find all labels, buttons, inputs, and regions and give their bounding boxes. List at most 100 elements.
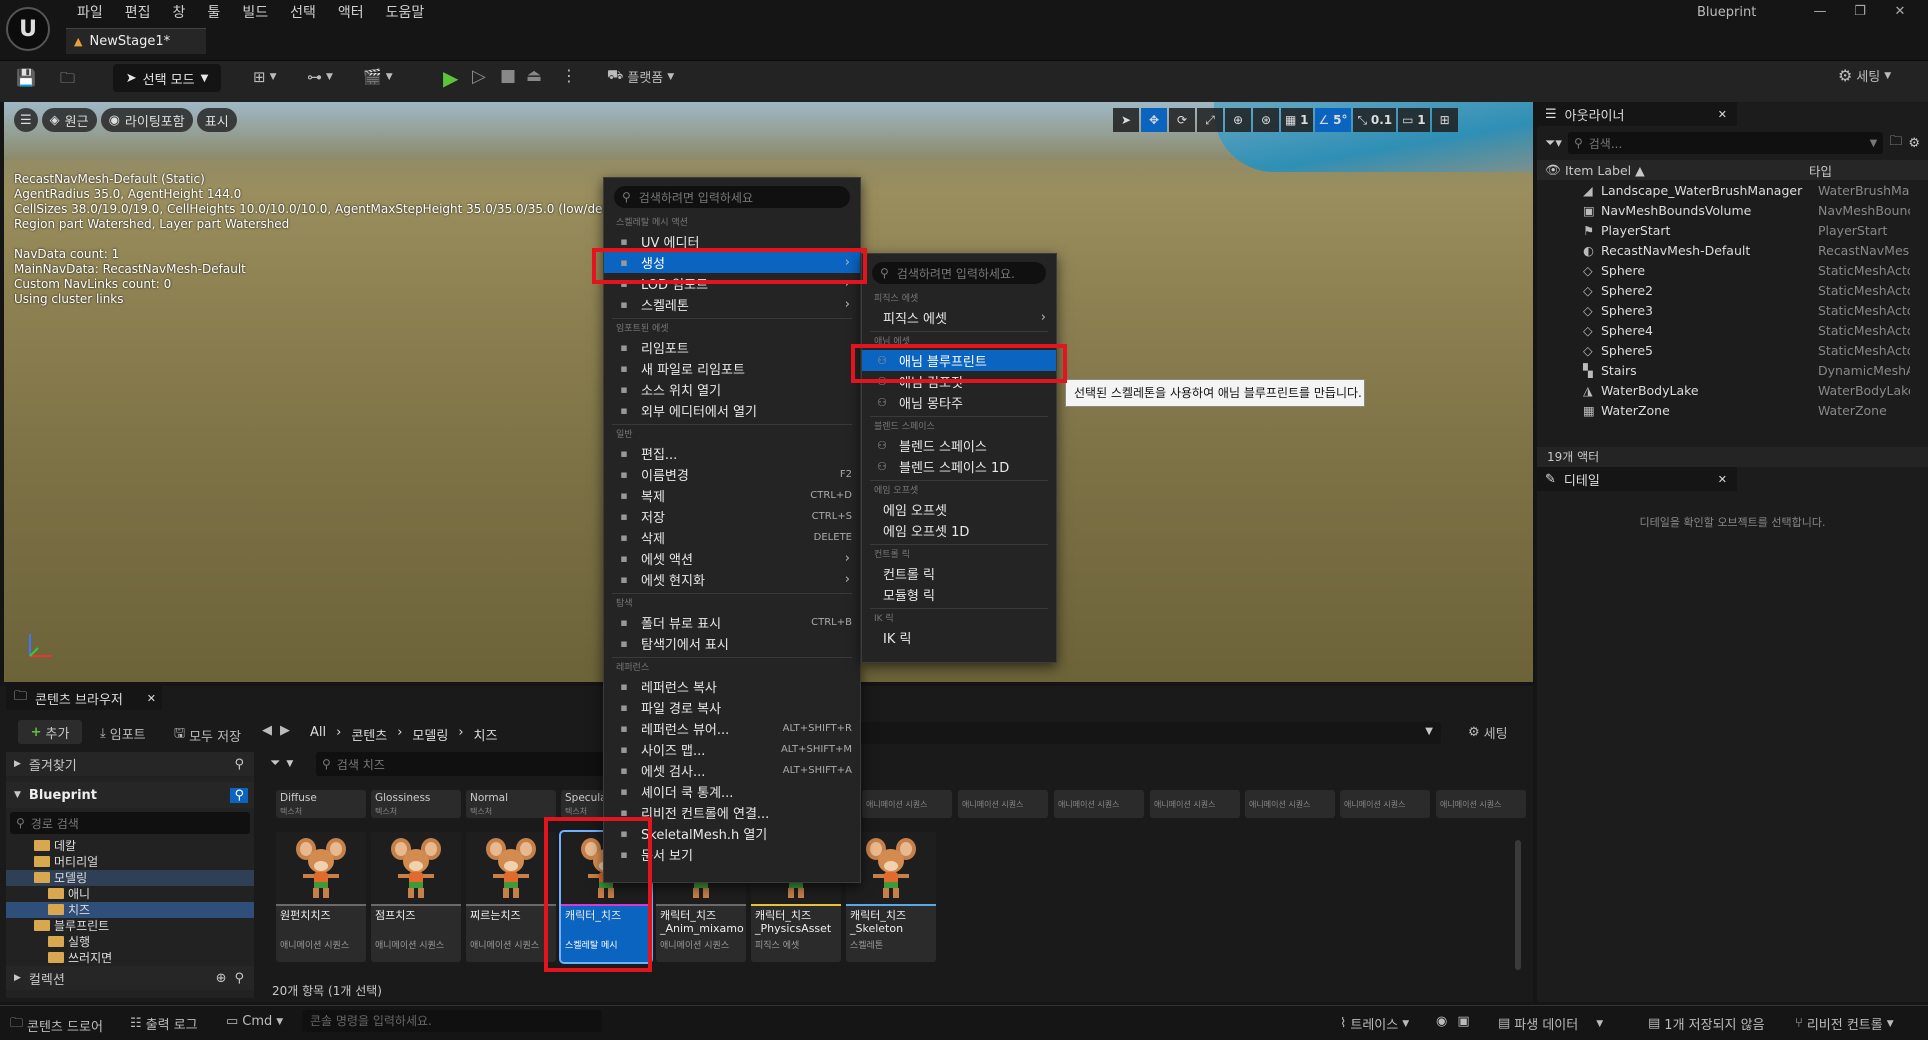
record-icon[interactable]: ◉ bbox=[1436, 1014, 1447, 1029]
browse-button[interactable]: 🗀 bbox=[60, 68, 75, 93]
asset-tile[interactable]: 애니메이션 시퀀스 bbox=[1245, 790, 1335, 818]
asset-tile[interactable]: 원펀치치즈 애니메이션 시퀀스 bbox=[276, 832, 366, 962]
close-tab-icon[interactable]: ✕ bbox=[1718, 473, 1727, 486]
folder-item[interactable]: 치즈 bbox=[6, 902, 254, 918]
menu-item[interactable]: ⚇ 블렌드 스페이스 bbox=[862, 435, 1056, 456]
menu-item[interactable]: IK 릭 bbox=[862, 627, 1056, 648]
outliner-row[interactable]: ⚑ PlayerStart PlayerStart bbox=[1537, 220, 1928, 240]
cmd-button[interactable]: ▭ Cmd ▼ bbox=[226, 1014, 283, 1029]
menu-item[interactable]: ▪ UV 에디터 bbox=[604, 231, 860, 252]
menu-item[interactable]: 툴 bbox=[196, 2, 231, 24]
save-all-button[interactable]: 🖫 모두 저장 bbox=[174, 724, 241, 746]
menu-item[interactable]: 에임 오프셋 bbox=[862, 499, 1056, 520]
menu-item[interactable]: ▪ 사이즈 맵... ALT+SHIFT+M bbox=[604, 739, 860, 760]
outliner-row[interactable]: ◇ Sphere StaticMeshActc bbox=[1537, 260, 1928, 280]
back-icon[interactable]: ◀ bbox=[262, 723, 272, 738]
menu-item[interactable]: ▪ 스켈레톤 › bbox=[604, 294, 860, 315]
breadcrumb-item[interactable]: 치즈 bbox=[474, 725, 498, 744]
menu-item[interactable]: ⚇ 애님 컴포짓 bbox=[862, 371, 1056, 392]
menu-item[interactable]: ▪ 레퍼런스 복사 bbox=[604, 676, 860, 697]
play-button[interactable]: ▶ bbox=[443, 66, 458, 90]
step-button[interactable]: ▷ bbox=[472, 66, 486, 87]
menu-item[interactable]: ▪ SkeletalMesh.h 열기 bbox=[604, 823, 860, 844]
select-tool-icon[interactable]: ➤ bbox=[1113, 108, 1139, 132]
close-tab-icon[interactable]: ✕ bbox=[147, 692, 156, 705]
folder-item[interactable]: 데칼 bbox=[6, 838, 254, 854]
menu-item[interactable]: ▪ 에셋 액션 › bbox=[604, 548, 860, 569]
menu-item[interactable]: 액터 bbox=[327, 2, 375, 24]
play-options-button[interactable]: ⋮ bbox=[561, 66, 577, 85]
menu-item[interactable]: ▪ 소스 위치 열기 bbox=[604, 379, 860, 400]
breadcrumb-item[interactable]: All bbox=[310, 725, 326, 744]
menu-item[interactable]: ▪ 외부 에디터에서 열기 bbox=[604, 400, 860, 421]
outliner-row[interactable]: ▚ Stairs DynamicMeshA bbox=[1537, 360, 1928, 380]
folder-item[interactable]: 애니 bbox=[6, 886, 254, 902]
perspective-button[interactable]: ◈ 원근 bbox=[41, 108, 97, 132]
breadcrumb-item[interactable]: 모델링 bbox=[412, 725, 448, 744]
add-button[interactable]: + 추가 bbox=[18, 720, 82, 744]
scale-tool-icon[interactable]: ⤢ bbox=[1197, 108, 1223, 132]
forward-icon[interactable]: ▶ bbox=[280, 723, 290, 738]
content-drawer-button[interactable]: 🗀 콘텐츠 드로어 bbox=[10, 1014, 103, 1036]
menu-item[interactable]: ▪ 저장 CTRL+S bbox=[604, 506, 860, 527]
submenu-search[interactable]: ⚲ 검색하려면 입력하세요. bbox=[872, 262, 1046, 284]
select-mode-dropdown[interactable]: ➤ 선택 모드 ▼ bbox=[113, 64, 221, 92]
menu-item[interactable]: ▪ 삭제 DELETE bbox=[604, 527, 860, 548]
trace-button[interactable]: ⌇ 트레이스 ▼ bbox=[1340, 1014, 1409, 1033]
menu-item[interactable]: ▪ 에셋 검사... ALT+SHIFT+A bbox=[604, 760, 860, 781]
outliner-tab[interactable]: ☰ 아웃라이너 ✕ bbox=[1537, 102, 1737, 126]
minimize-icon[interactable]: — bbox=[1800, 0, 1840, 24]
asset-tile[interactable]: Glossiness 텍스처 bbox=[371, 790, 461, 818]
cinematics-button[interactable]: 🎬 ▼ bbox=[363, 68, 393, 86]
asset-search[interactable]: ⚲ 검색 치즈 bbox=[316, 752, 616, 776]
col-item-label[interactable]: Item Label ▲ bbox=[1565, 163, 1809, 178]
menu-item[interactable]: ▪ 편집... bbox=[604, 443, 860, 464]
outliner-row[interactable]: ◇ Sphere2 StaticMeshActc bbox=[1537, 280, 1928, 300]
unreal-logo-icon[interactable]: U bbox=[6, 7, 50, 51]
angle-snap-button[interactable]: ∠ 5° bbox=[1314, 108, 1352, 132]
asset-tile[interactable]: 애니메이션 시퀀스 bbox=[862, 790, 952, 818]
menu-item[interactable]: ▪ 리비전 컨트롤에 연결... bbox=[604, 802, 860, 823]
outliner-row[interactable]: ◇ Sphere5 StaticMeshActc bbox=[1537, 340, 1928, 360]
folder-item[interactable]: 실행 bbox=[6, 934, 254, 950]
menu-item[interactable]: 모듈형 릭 bbox=[862, 584, 1056, 605]
menu-item[interactable]: ▪ 폴더 뷰로 표시 CTRL+B bbox=[604, 612, 860, 633]
add-actor-button[interactable]: ⊞ ▼ bbox=[253, 68, 277, 86]
eject-button[interactable]: ⏏ bbox=[526, 66, 542, 86]
asset-tile[interactable]: 찌르는치즈 애니메이션 시퀀스 bbox=[466, 832, 556, 962]
move-tool-icon[interactable]: ✥ bbox=[1141, 108, 1167, 132]
menu-item[interactable]: ⚇ 블렌드 스페이스 1D bbox=[862, 456, 1056, 477]
asset-tile[interactable]: 애니메이션 시퀀스 bbox=[1436, 790, 1526, 818]
menu-item[interactable]: 창 bbox=[162, 2, 197, 24]
grid-snap-button[interactable]: ▦ 1 bbox=[1281, 108, 1313, 132]
cb-settings-button[interactable]: ⚙ 세팅 bbox=[1468, 723, 1508, 742]
menu-item[interactable]: ▪ 생성 › bbox=[604, 252, 860, 273]
folder-item[interactable]: 블루프린트 bbox=[6, 918, 254, 934]
menu-item[interactable]: ▪ LOD 임포트 › bbox=[604, 273, 860, 294]
close-icon[interactable]: ✕ bbox=[1880, 0, 1920, 24]
menu-item[interactable]: 편집 bbox=[114, 2, 162, 24]
search-icon[interactable]: ⚲ bbox=[234, 757, 244, 772]
document-tab[interactable]: ▲ NewStage1* bbox=[66, 28, 206, 54]
breadcrumb-item[interactable]: 콘텐츠 bbox=[351, 725, 387, 744]
path-search[interactable]: ⚲ 경로 검색 bbox=[10, 812, 250, 834]
output-log-button[interactable]: ☷ 출력 로그 bbox=[130, 1014, 198, 1033]
asset-tile[interactable]: 점프치즈 애니메이션 시퀀스 bbox=[371, 832, 461, 962]
context-menu-search[interactable]: ⚲ 검색하려면 입력하세요 bbox=[614, 186, 850, 208]
menu-item[interactable]: 파일 bbox=[66, 2, 114, 24]
asset-scrollbar[interactable] bbox=[1515, 840, 1521, 970]
favorites-header[interactable]: ▶ 즐겨찾기 ⚲ bbox=[6, 752, 254, 776]
content-browser-tab[interactable]: 🗀 콘텐츠 브라우저 ✕ bbox=[6, 686, 162, 710]
console-input[interactable]: 콘솔 명령을 입력하세요. bbox=[302, 1010, 602, 1032]
menu-item[interactable]: ▪ 레퍼런스 뷰어... ALT+SHIFT+R bbox=[604, 718, 860, 739]
menu-item[interactable]: 빌드 bbox=[231, 2, 279, 24]
outliner-row[interactable]: ◇ Sphere3 StaticMeshActc bbox=[1537, 300, 1928, 320]
scale-snap-button[interactable]: ⤡ 0.1 bbox=[1353, 108, 1397, 132]
close-tab-icon[interactable]: ✕ bbox=[1718, 108, 1727, 121]
filter-button[interactable]: ⏷ ▼ bbox=[270, 756, 293, 771]
menu-item[interactable]: 도움말 bbox=[375, 2, 436, 24]
screenshot-icon[interactable]: ▣ bbox=[1457, 1014, 1469, 1029]
outliner-row[interactable]: ◐ RecastNavMesh-Default RecastNavMes bbox=[1537, 240, 1928, 260]
menu-item[interactable]: ▪ 리임포트 bbox=[604, 337, 860, 358]
menu-item[interactable]: ▪ 복제 CTRL+D bbox=[604, 485, 860, 506]
